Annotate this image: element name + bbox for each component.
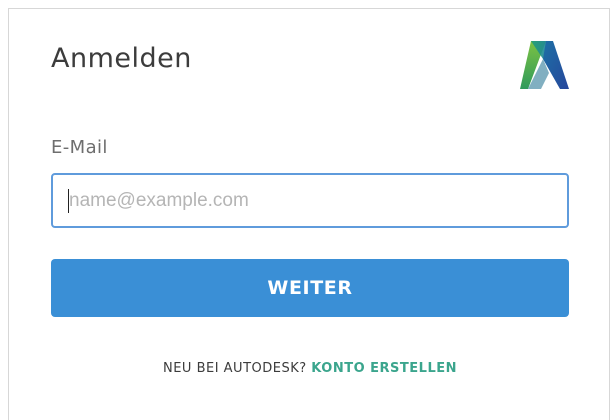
email-label: E-Mail (51, 137, 108, 158)
create-account-link[interactable]: KONTO ERSTELLEN (311, 361, 457, 376)
email-field[interactable] (51, 173, 569, 228)
page-title: Anmelden (51, 43, 192, 74)
signup-prompt-text: NEU BEI AUTODESK? (162, 361, 312, 376)
text-caret (68, 189, 69, 213)
continue-button[interactable]: WEITER (51, 259, 569, 317)
sign-in-card: Anmelden E-Mail WEITER NEU BEI AUTODESK? (8, 8, 610, 420)
signup-prompt-row: NEU BEI AUTODESK? KONTO ERSTELLEN (51, 361, 569, 376)
autodesk-logo-icon (520, 41, 569, 89)
